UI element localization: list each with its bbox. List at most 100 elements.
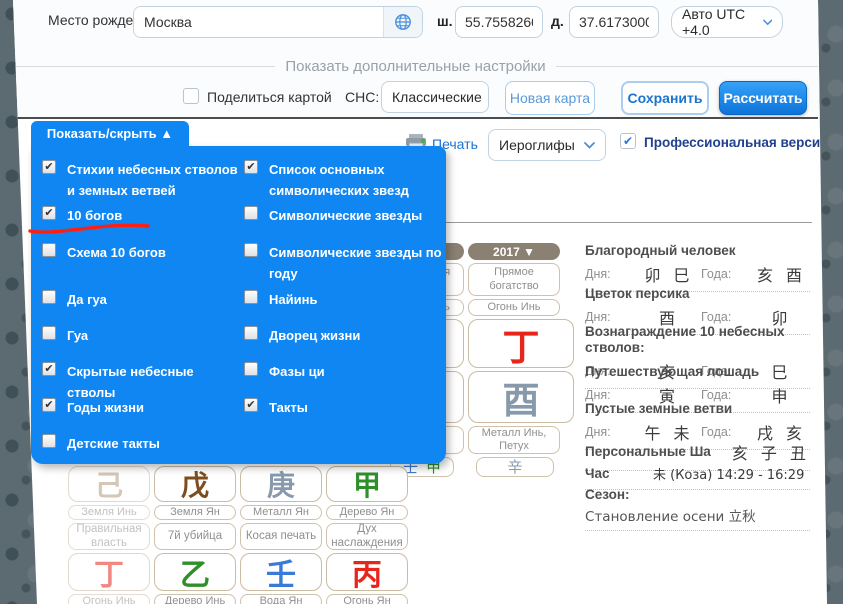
option-label: Годы жизни (67, 397, 242, 418)
longitude-input[interactable] (569, 6, 659, 38)
takt-stem: 甲 (326, 466, 408, 502)
star-title: Пустые земные ветви (585, 401, 810, 417)
year-label: Года: (701, 388, 753, 402)
option-label: Символические звезды по году (269, 242, 444, 284)
show-hide-tab[interactable]: Показать/скрыть ▲ (31, 121, 189, 146)
year-label: Года: (701, 425, 753, 439)
star-block: Благородный человек Дня: 卯 巳 Года: 亥 酉 (585, 243, 810, 285)
option-label: Символические звезды (269, 205, 444, 226)
red-underline-annotation (26, 217, 158, 239)
checkbox[interactable] (244, 362, 258, 376)
star-title: Цветок персика (585, 286, 810, 302)
calculate-button[interactable]: Рассчитать (719, 81, 807, 115)
panel-option[interactable]: ✔ Такты (244, 397, 444, 418)
takt-element: Вода Ян (240, 594, 322, 604)
glyphs-select[interactable]: Иероглифы (488, 129, 606, 161)
pillar-stem-2017: 丁 (468, 319, 574, 368)
sns-value: Классические (392, 89, 482, 105)
checkbox[interactable]: ✔ (244, 160, 258, 174)
takt-stem: 丙 (326, 553, 408, 591)
pillar-hidden-stems-2017: 辛 (476, 457, 554, 477)
checkbox[interactable] (244, 290, 258, 304)
latitude-input[interactable] (455, 6, 543, 38)
latitude-label: ш. (437, 13, 453, 29)
panel-option[interactable]: Схема 10 богов (42, 242, 242, 263)
chevron-down-icon (763, 19, 772, 26)
sns-label: СНС: (345, 89, 379, 105)
option-label: Найинь (269, 289, 444, 310)
panel-option[interactable]: ✔ Стихии небесных стволов и земных ветве… (42, 159, 242, 201)
year-label: Года: (701, 310, 753, 324)
takt-god: 7й убийца (154, 523, 236, 550)
takt-element: Дерево Ян (326, 505, 408, 520)
panel-option[interactable]: Найинь (244, 289, 444, 310)
option-label: Список основных символических звезд (269, 159, 444, 201)
year-value: 亥 酉 (753, 262, 810, 286)
option-label: Да гуа (67, 289, 242, 310)
checkbox[interactable] (42, 243, 56, 257)
panel-option[interactable]: Да гуа (42, 289, 242, 310)
share-chart-checkbox[interactable] (183, 88, 199, 104)
globe-icon (394, 13, 412, 31)
panel-option[interactable]: ✔ Список основных символических звезд (244, 159, 444, 201)
panel-option[interactable]: Символические звезды (244, 205, 444, 226)
panel-option[interactable]: Гуа (42, 325, 242, 346)
day-value: 卯 巳 (637, 262, 701, 286)
checkbox[interactable] (244, 243, 258, 257)
option-label: Фазы ци (269, 361, 444, 382)
checkbox[interactable] (42, 326, 56, 340)
glyphs-value: Иероглифы (499, 137, 575, 153)
save-button[interactable]: Сохранить (621, 81, 709, 115)
pillar-branch-2017: 酉 (468, 371, 574, 423)
divider-line (556, 66, 818, 67)
checkbox[interactable] (42, 290, 56, 304)
panel-option[interactable]: Символические звезды по году (244, 242, 444, 284)
takt-stem: 丁 (68, 553, 150, 591)
takt-element: Огонь Ян (326, 594, 408, 604)
takt-stem: 壬 (240, 553, 322, 591)
checkbox[interactable] (244, 206, 258, 220)
app-window: Место рождения ш. д. Авто UTC +4.0 (0, 0, 843, 604)
option-label: Дворец жизни (269, 325, 444, 346)
share-chart-label: Поделиться картой (207, 89, 332, 105)
star-title: Вознаграждение 10 небесных стволов: (585, 324, 810, 356)
takt-element: Металл Ян (240, 505, 322, 520)
sha-title: Персональные Ша (585, 444, 732, 460)
pillar-header-2017[interactable]: 2017 ▼ (468, 243, 560, 260)
season-block: Сезон: Становление осени 立秋 (585, 487, 810, 531)
checkbox[interactable]: ✔ (244, 398, 258, 412)
sns-select[interactable]: Классические (381, 81, 489, 113)
checkbox[interactable] (244, 326, 258, 340)
panel-option[interactable]: ✔ Годы жизни (42, 397, 242, 418)
additional-settings-label: Показать дополнительные настройки (275, 58, 555, 75)
star-title: Благородный человек (585, 243, 810, 259)
takt-element: Дерево Инь (154, 594, 236, 604)
new-chart-button[interactable]: Новая карта (505, 81, 595, 115)
option-label: Детские такты (67, 433, 242, 454)
option-label: Схема 10 богов (67, 242, 242, 263)
season-value: Становление осени 立秋 (585, 505, 810, 531)
option-label: Стихии небесных стволов и земных ветвей (67, 159, 242, 201)
checkbox[interactable]: ✔ (42, 398, 56, 412)
option-label: Такты (269, 397, 444, 418)
checkbox[interactable]: ✔ (42, 362, 56, 376)
takt-stem: 戊 (154, 466, 236, 502)
checkbox[interactable] (42, 434, 56, 448)
chart-top-rule (446, 222, 812, 223)
hour-value: 未 (Коза) 14:29 - 16:29 (653, 464, 804, 483)
globe-search-button[interactable] (383, 7, 422, 37)
checkbox[interactable]: ✔ (42, 160, 56, 174)
takt-god: Косая печать (240, 523, 322, 550)
takt-stem: 乙 (154, 553, 236, 591)
panel-option[interactable]: Дворец жизни (244, 325, 444, 346)
takt-stem: 己 (68, 466, 150, 502)
place-input[interactable] (134, 7, 383, 37)
pro-version-checkbox[interactable]: ✔ (620, 133, 636, 149)
hour-title: Час (585, 466, 653, 482)
option-label: Гуа (67, 325, 242, 346)
utc-select[interactable]: Авто UTC +4.0 (671, 6, 783, 38)
panel-option[interactable]: Фазы ци (244, 361, 444, 382)
additional-settings-toggle[interactable]: Показать дополнительные настройки (13, 56, 818, 76)
panel-option[interactable]: Детские такты (42, 433, 242, 454)
hidden-stem: 辛 (507, 458, 522, 476)
